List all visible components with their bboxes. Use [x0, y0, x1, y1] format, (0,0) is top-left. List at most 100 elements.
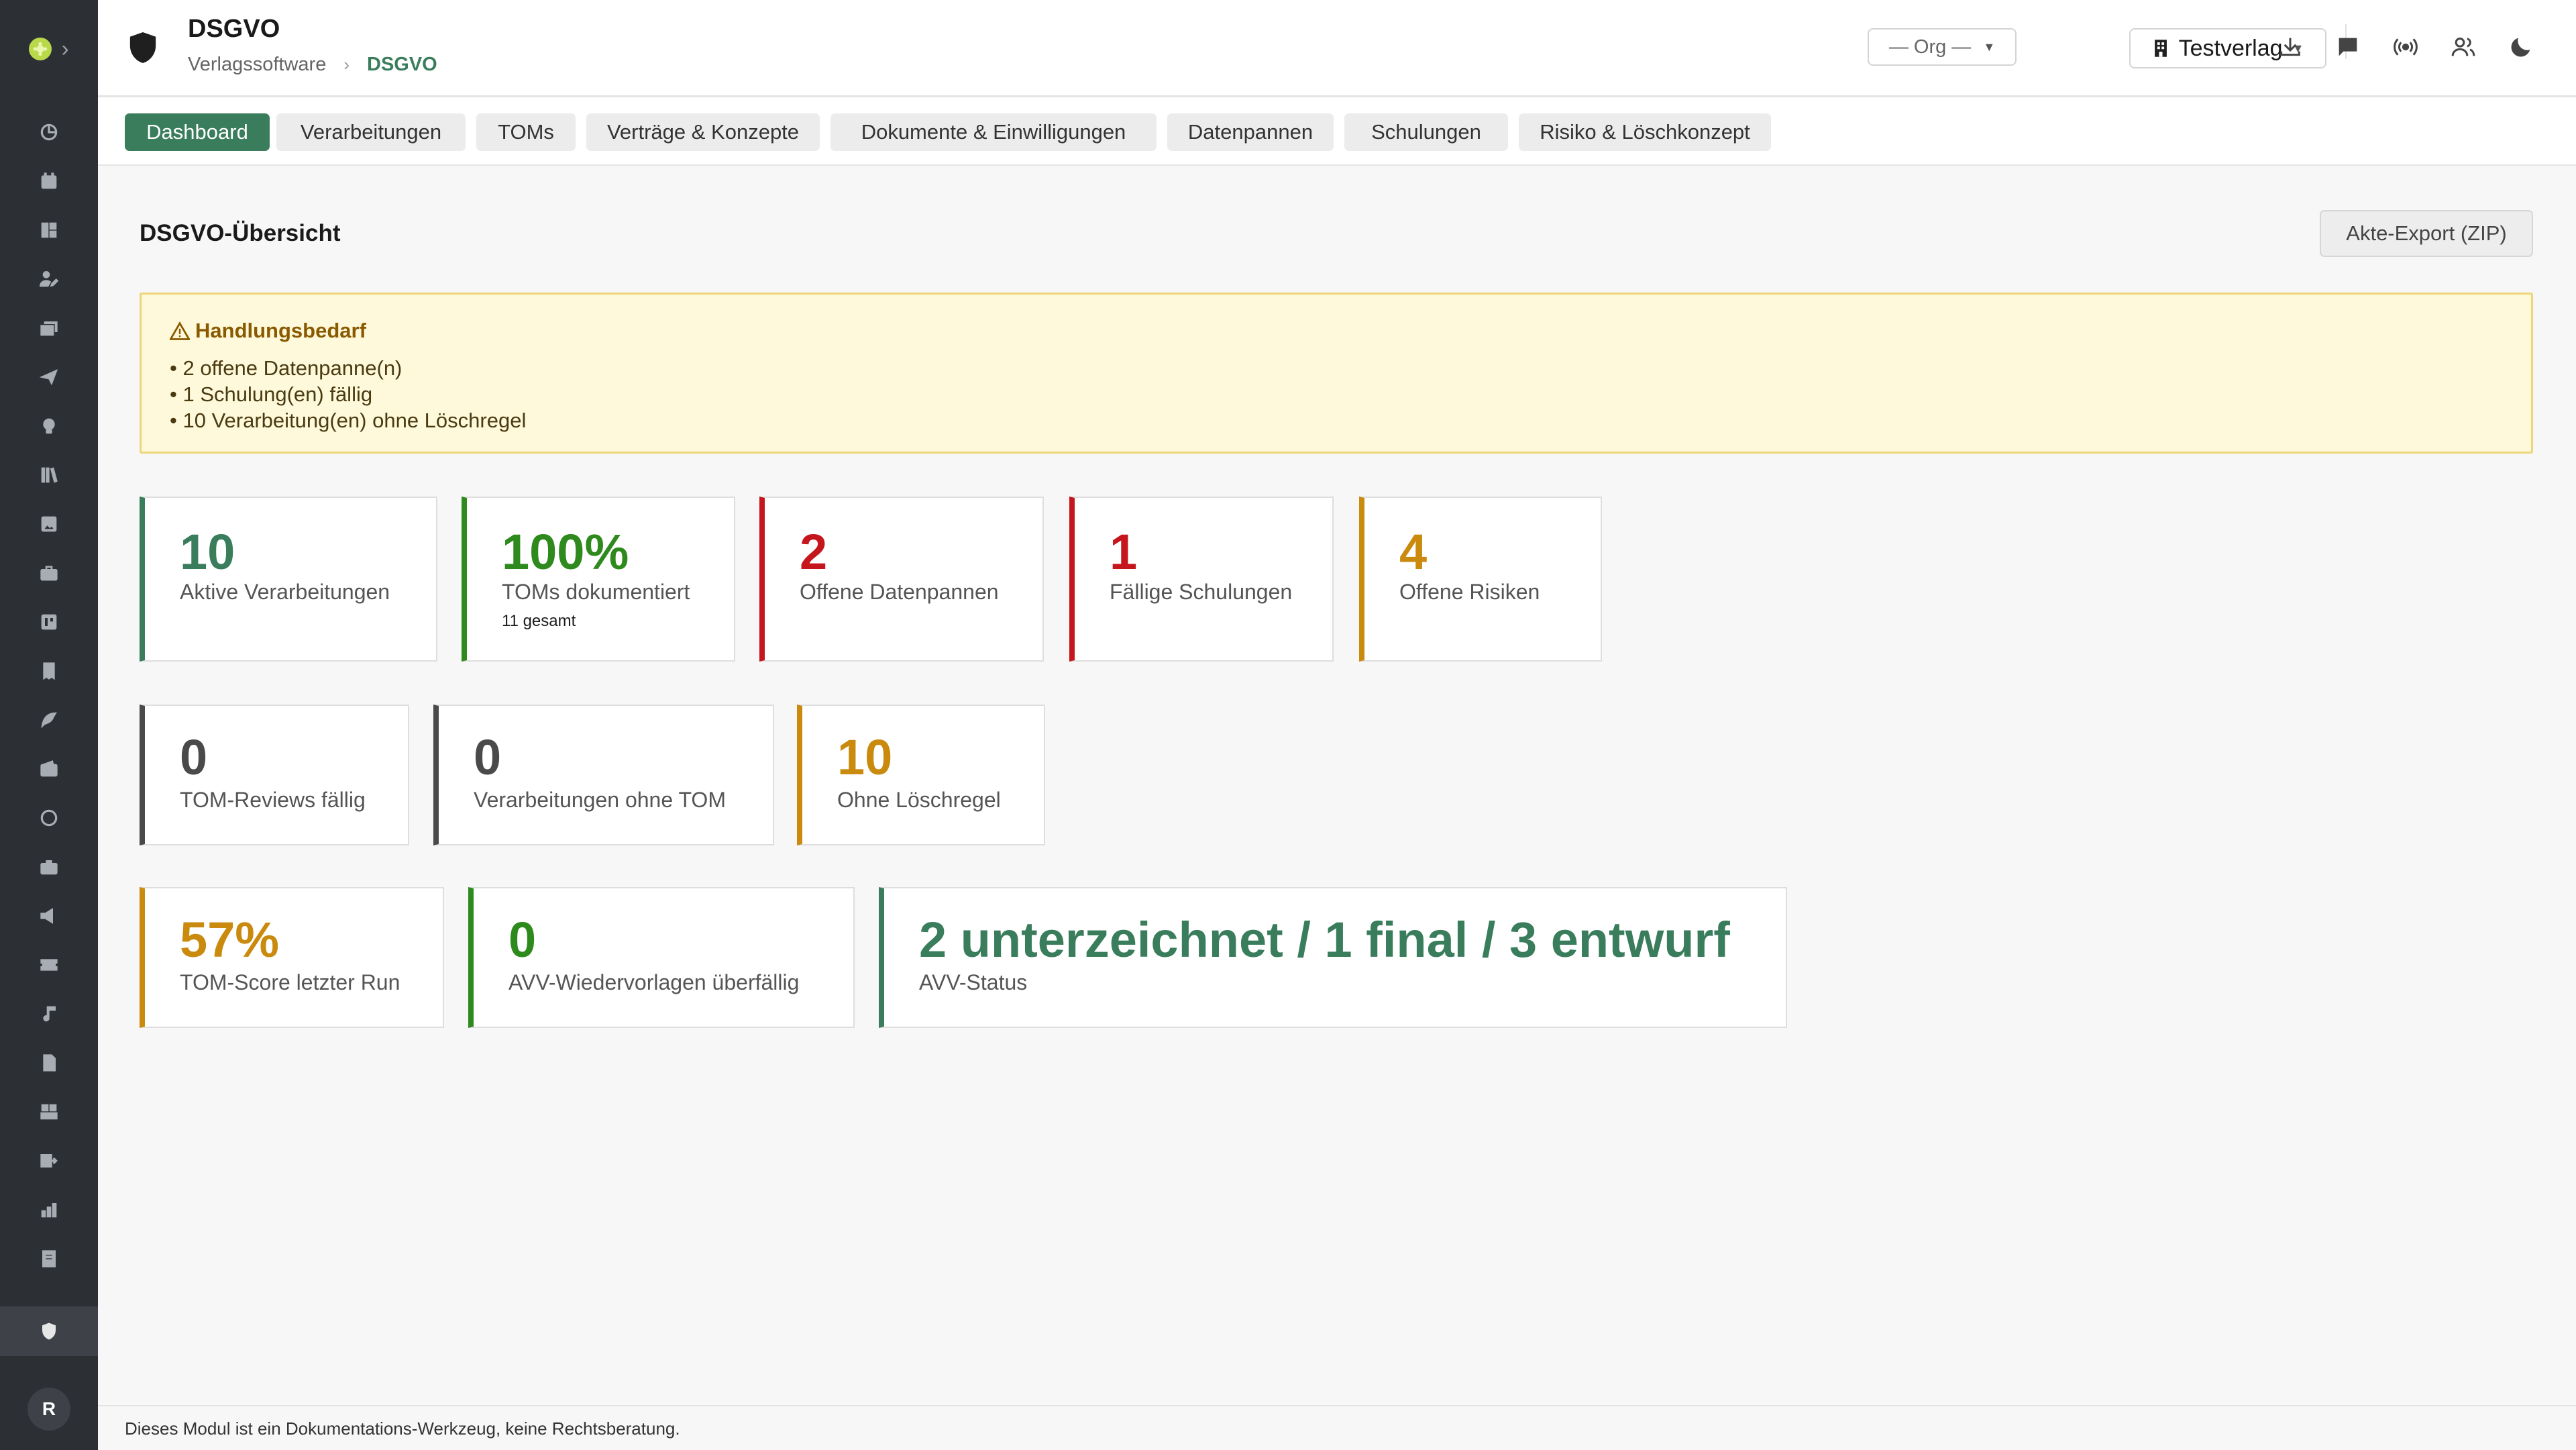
stat-value: 2 unterzeichnet / 1 final / 3 entwurf — [919, 912, 1730, 968]
tab-dokumente-einwilligungen[interactable]: Dokumente & Einwilligungen — [830, 113, 1157, 151]
stat-label: Offene Risiken — [1399, 580, 1540, 604]
sidebar-item-calendar[interactable] — [0, 156, 98, 205]
user-edit-icon — [39, 270, 59, 287]
tab-toms[interactable]: TOMs — [476, 113, 576, 151]
case-icon — [40, 860, 58, 874]
alert-item: 2 offene Datenpanne(n) — [170, 355, 526, 381]
stat-card: 10 Ohne Löschregel — [797, 705, 1045, 845]
tab-verträge-konzepte[interactable]: Verträge & Konzepte — [586, 113, 820, 151]
sidebar: › R — [0, 0, 98, 1450]
sidebar-top[interactable]: › — [0, 0, 98, 98]
sidebar-item-dashboard[interactable] — [0, 107, 98, 156]
page-header: DSGVO Verlagssoftware › DSGVO — Org — ▼ … — [98, 0, 2576, 97]
chat-icon[interactable] — [2333, 32, 2363, 62]
tab-datenpannen[interactable]: Datenpannen — [1167, 113, 1334, 151]
stat-value: 0 — [474, 729, 502, 785]
stat-card: 2 unterzeichnet / 1 final / 3 entwurf AVV… — [879, 887, 1787, 1028]
sidebar-item-dsgvo[interactable] — [0, 1306, 98, 1356]
org-select-value: — Org — — [1888, 36, 1972, 58]
download-icon[interactable] — [2275, 32, 2305, 62]
sidebar-item-feather[interactable] — [0, 695, 98, 744]
bar-chart-icon — [41, 1202, 57, 1217]
sidebar-item-ticket[interactable] — [0, 940, 98, 989]
stat-card: 2 Offene Datenpannen — [759, 497, 1044, 662]
sidebar-item-image[interactable] — [0, 499, 98, 548]
stamp-icon — [40, 1104, 58, 1119]
sidebar-expand-chevron-icon[interactable]: › — [61, 38, 68, 60]
stat-value: 100% — [502, 524, 629, 580]
briefcase-icon — [40, 565, 58, 580]
lightbulb-icon — [43, 418, 55, 433]
stat-value: 57% — [180, 912, 280, 968]
sidebar-item-lightbulb[interactable] — [0, 401, 98, 450]
users-icon[interactable] — [2449, 32, 2478, 62]
stat-card: 57% TOM-Score letzter Run — [140, 887, 444, 1028]
stat-card: 1 Fällige Schulungen — [1069, 497, 1334, 662]
stat-value: 0 — [508, 912, 537, 968]
receipt-icon — [43, 662, 55, 680]
sidebar-item-page[interactable] — [0, 1234, 98, 1283]
action-required-alert: Handlungsbedarf 2 offene Datenpanne(n) 1… — [140, 293, 2533, 454]
feather-icon — [41, 712, 57, 728]
stat-value: 0 — [180, 729, 208, 785]
sidebar-item-document[interactable] — [0, 1038, 98, 1087]
sidebar-item-wallet[interactable] — [0, 744, 98, 793]
sidebar-item-library[interactable] — [0, 450, 98, 499]
sidebar-item-forward[interactable] — [0, 1136, 98, 1185]
stat-value: 4 — [1399, 524, 1428, 580]
org-select[interactable]: — Org — ▼ — [1868, 28, 2017, 66]
page-title: DSGVO — [188, 15, 280, 43]
sidebar-item-briefcase[interactable] — [0, 548, 98, 597]
sidebar-item-user-edit[interactable] — [0, 254, 98, 303]
music-icon — [43, 1006, 56, 1021]
stat-label: AVV-Wiedervorlagen überfällig — [508, 970, 800, 994]
sidebar-item-megaphone[interactable] — [0, 891, 98, 940]
page-icon — [42, 1249, 56, 1267]
stat-card: 4 Offene Risiken — [1359, 497, 1602, 662]
sidebar-item-bar-chart[interactable] — [0, 1185, 98, 1234]
tab-dashboard[interactable]: Dashboard — [125, 113, 270, 151]
breadcrumb-parent[interactable]: Verlagssoftware — [188, 54, 326, 76]
stat-subtext: 11 gesamt — [502, 612, 576, 630]
alert-item: 1 Schulung(en) fällig — [170, 381, 526, 407]
stat-label: TOM-Reviews fällig — [180, 788, 366, 812]
sidebar-item-sync[interactable] — [0, 793, 98, 842]
akte-export-button[interactable]: Akte-Export (ZIP) — [2320, 210, 2533, 257]
stat-card: 0 TOM-Reviews fällig — [140, 705, 409, 845]
sidebar-item-music[interactable] — [0, 989, 98, 1038]
forward-icon — [40, 1153, 58, 1168]
alert-list: 2 offene Datenpanne(n) 1 Schulung(en) fä… — [170, 355, 526, 433]
publisher-select-value: Testverlag — [2178, 35, 2283, 61]
stat-label: Ohne Löschregel — [837, 788, 1001, 812]
tab-verarbeitungen[interactable]: Verarbeitungen — [276, 113, 466, 151]
alert-title: Handlungsbedarf — [170, 319, 366, 343]
sidebar-item-mail-stack[interactable] — [0, 303, 98, 352]
image-icon — [41, 516, 57, 531]
mail-stack-icon — [40, 321, 58, 335]
megaphone-icon — [40, 907, 53, 924]
footer: Dieses Modul ist ein Dokumentations-Werk… — [98, 1405, 2576, 1450]
avatar[interactable]: R — [28, 1388, 70, 1431]
sync-icon — [40, 809, 58, 826]
sidebar-item-stamp[interactable] — [0, 1087, 98, 1136]
sidebar-item-case[interactable] — [0, 842, 98, 891]
breadcrumb-separator-icon: › — [343, 54, 350, 74]
sidebar-nav — [0, 107, 98, 1283]
section-title: DSGVO-Übersicht — [140, 220, 341, 246]
warning-icon — [170, 321, 190, 340]
document-icon — [43, 1053, 56, 1072]
sidebar-item-widgets[interactable] — [0, 205, 98, 254]
stat-label: Fällige Schulungen — [1110, 580, 1293, 604]
broadcast-icon[interactable] — [2391, 32, 2420, 62]
building-icon — [2154, 40, 2167, 57]
tab-risiko-löschkonzept[interactable]: Risiko & Löschkonzept — [1519, 113, 1771, 151]
sidebar-item-send[interactable] — [0, 352, 98, 401]
stat-card: 100% TOMs dokumentiert 11 gesamt — [462, 497, 735, 662]
breadcrumb: Verlagssoftware › DSGVO — [188, 54, 437, 76]
moon-icon[interactable] — [2506, 32, 2536, 62]
sidebar-item-receipt[interactable] — [0, 646, 98, 695]
tab-schulungen[interactable]: Schulungen — [1344, 113, 1508, 151]
sidebar-item-board[interactable] — [0, 597, 98, 646]
shield-icon — [42, 1323, 56, 1340]
dashboard-icon — [40, 123, 58, 140]
